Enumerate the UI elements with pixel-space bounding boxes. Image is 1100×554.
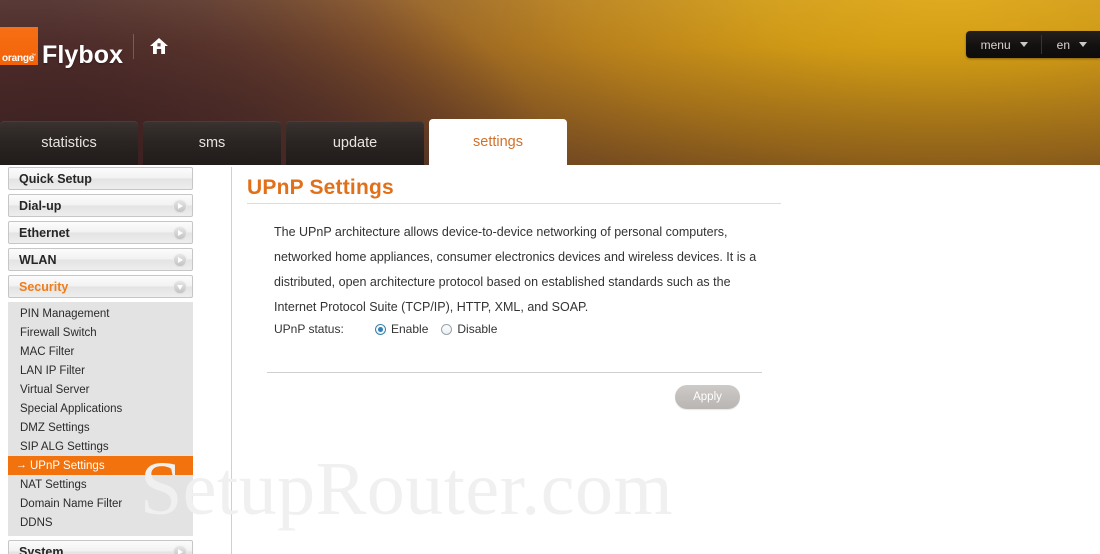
chevron-down-icon <box>1079 42 1087 47</box>
chevron-right-icon <box>173 225 187 240</box>
sidebar-nav: Quick Setup Dial-up Ethernet WLAN Securi… <box>0 167 232 554</box>
tab-label: statistics <box>41 135 97 151</box>
home-icon[interactable] <box>149 36 169 56</box>
radio-enable-indicator <box>375 323 386 335</box>
sidebar-item-security[interactable]: Security <box>8 275 193 298</box>
header-divider <box>133 34 134 59</box>
sidebar-item-label: Dial-up <box>19 198 62 213</box>
orange-logo-text: orange <box>2 53 35 64</box>
chevron-right-icon <box>173 198 187 213</box>
form-divider <box>267 372 762 373</box>
sidebar-subitem-label: MAC Filter <box>20 345 75 358</box>
intro-paragraph: The UPnP architecture allows device-to-d… <box>274 225 757 314</box>
sidebar-item-label: System <box>19 544 64 554</box>
selected-arrow-icon: → <box>16 459 27 471</box>
chevron-down-icon <box>173 279 187 294</box>
brand-title: Flybox <box>42 41 124 69</box>
sidebar-item-ddns[interactable]: DDNS <box>8 513 193 532</box>
sidebar-submenu-security: PIN Management Firewall Switch MAC Filte… <box>8 302 193 536</box>
sidebar-subitem-label: Special Applications <box>20 402 123 415</box>
top-menu-bar: menu en <box>965 31 1100 58</box>
page-title: UPnP Settings <box>247 176 394 199</box>
sidebar-item-system[interactable]: System <box>8 540 193 554</box>
sidebar-item-dial-up[interactable]: Dial-up <box>8 194 193 217</box>
chevron-right-icon <box>173 252 187 267</box>
radio-disable-label: Disable <box>457 322 498 336</box>
tab-label: update <box>332 135 378 151</box>
sidebar-item-upnp-settings[interactable]: → UPnP Settings <box>8 456 193 475</box>
tab-update[interactable]: update <box>286 121 424 165</box>
tab-label: sms <box>198 135 226 151</box>
menu-dropdown[interactable]: menu <box>966 31 1041 58</box>
main-tabs: statistics sms update settings <box>0 119 567 165</box>
radio-disable[interactable]: Disable <box>441 322 497 336</box>
radio-disable-indicator <box>441 323 453 335</box>
tab-statistics[interactable]: statistics <box>0 121 138 165</box>
sidebar-subitem-label: Domain Name Filter <box>20 497 123 510</box>
main-content: UPnP Settings The UPnP architecture allo… <box>233 167 1100 554</box>
sidebar-item-label: Security <box>19 279 69 294</box>
orange-logo[interactable]: orange ™ <box>0 27 38 65</box>
title-divider <box>247 203 781 204</box>
sidebar-subitem-label: SIP ALG Settings <box>20 440 109 453</box>
tab-settings[interactable]: settings <box>429 119 567 165</box>
sidebar-item-domain-name-filter[interactable]: Domain Name Filter <box>8 494 193 513</box>
app-header: orange ™ Flybox menu en statistics sms u… <box>0 0 1100 165</box>
sidebar-subitem-label: LAN IP Filter <box>20 364 85 377</box>
sidebar-item-pin-management[interactable]: PIN Management <box>8 304 193 323</box>
trademark-icon: ™ <box>31 53 36 59</box>
sidebar-item-sip-alg-settings[interactable]: SIP ALG Settings <box>8 437 193 456</box>
sidebar-item-mac-filter[interactable]: MAC Filter <box>8 342 193 361</box>
menu-dropdown-label: menu <box>980 37 1011 52</box>
sidebar-subitem-label: Virtual Server <box>20 383 90 396</box>
tab-label: settings <box>473 134 523 150</box>
radio-enable-label: Enable <box>391 322 429 336</box>
chevron-right-icon <box>173 544 187 554</box>
sidebar-subitem-label: DMZ Settings <box>20 421 90 434</box>
sidebar-item-wlan[interactable]: WLAN <box>8 248 193 271</box>
sidebar-subitem-label: NAT Settings <box>20 478 87 491</box>
language-dropdown-label: en <box>1056 37 1070 52</box>
sidebar-subitem-label: Firewall Switch <box>20 326 97 339</box>
apply-button[interactable]: Apply <box>675 385 740 409</box>
upnp-status-row: UPnP status: Enable Disable <box>274 322 510 336</box>
sidebar-subitem-label: DDNS <box>20 516 53 529</box>
sidebar-item-nat-settings[interactable]: NAT Settings <box>8 475 193 494</box>
sidebar-item-label: Ethernet <box>19 225 70 240</box>
sidebar-item-quick-setup[interactable]: Quick Setup <box>8 167 193 190</box>
sidebar-item-lan-ip-filter[interactable]: LAN IP Filter <box>8 361 193 380</box>
sidebar-item-label: Quick Setup <box>19 171 92 186</box>
sidebar-subitem-label: PIN Management <box>20 307 110 320</box>
sidebar-item-dmz-settings[interactable]: DMZ Settings <box>8 418 193 437</box>
upnp-status-label: UPnP status: <box>274 322 344 336</box>
sidebar-item-label: WLAN <box>19 252 57 267</box>
sidebar-item-special-applications[interactable]: Special Applications <box>8 399 193 418</box>
language-dropdown[interactable]: en <box>1042 31 1100 58</box>
sidebar-subitem-label: UPnP Settings <box>30 459 105 472</box>
sidebar-item-firewall-switch[interactable]: Firewall Switch <box>8 323 193 342</box>
tab-sms[interactable]: sms <box>143 121 281 165</box>
radio-enable[interactable]: Enable <box>375 322 428 336</box>
sidebar-item-virtual-server[interactable]: Virtual Server <box>8 380 193 399</box>
sidebar-item-ethernet[interactable]: Ethernet <box>8 221 193 244</box>
chevron-down-icon <box>1019 42 1028 47</box>
